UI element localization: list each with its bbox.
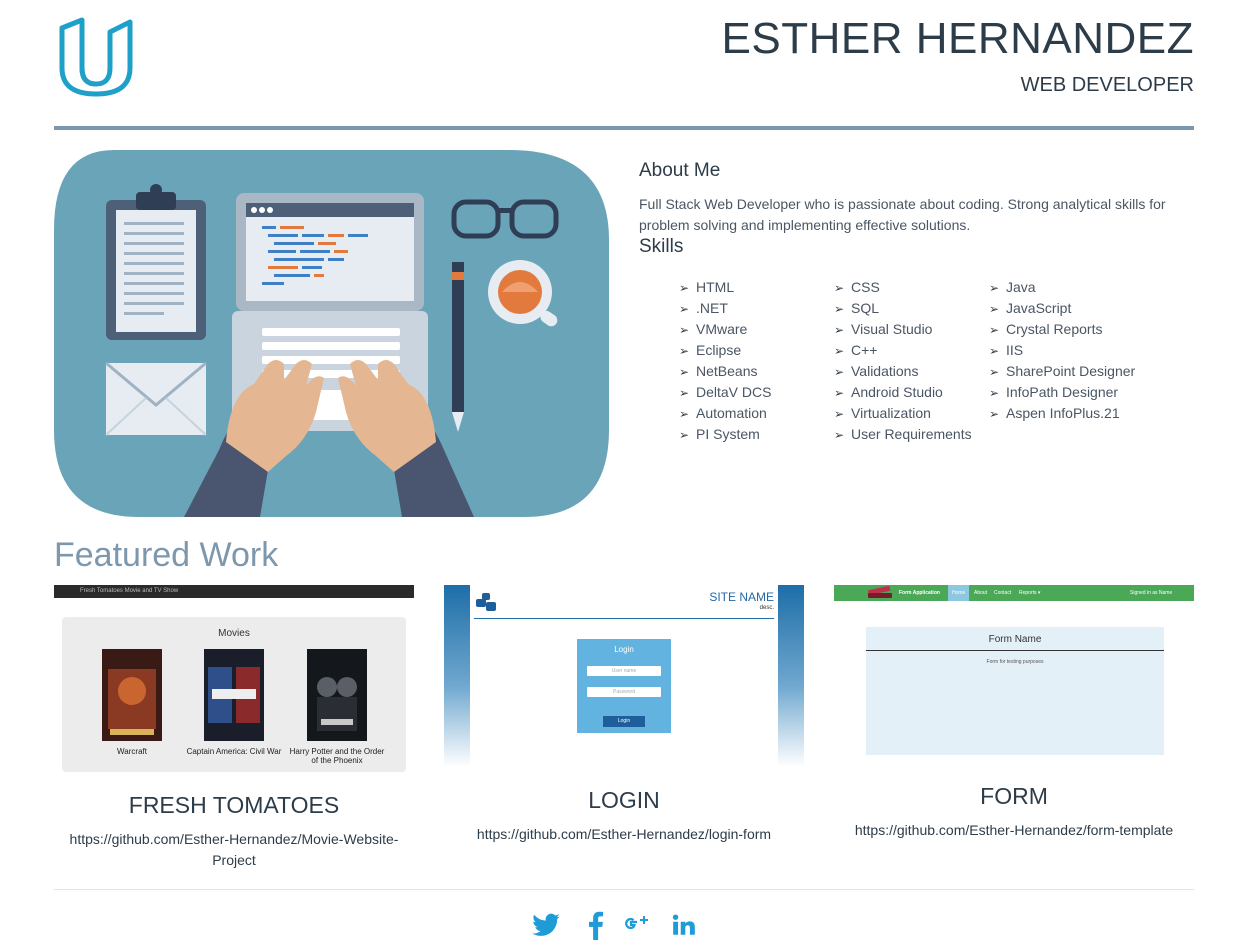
skill-item: ➢ DeltaV DCS [679, 384, 772, 400]
login-title: Login [614, 645, 634, 654]
form-desc: Form for testing purposes [986, 659, 1044, 665]
movie-poster-image [307, 649, 367, 741]
form-name: Form Name [988, 634, 1042, 645]
skill-item: ➢ Validations [834, 363, 919, 379]
job-title: WEB DEVELOPER [1020, 74, 1194, 96]
skill-item: ➢ NetBeans [679, 363, 758, 379]
skill-item: ➢ Android Studio [834, 384, 943, 400]
login-box: Login User name Password Login [577, 639, 671, 733]
movie-caption: Harry Potter and the Order of the Phoeni… [289, 747, 385, 765]
form-divider [866, 650, 1164, 651]
site-logo-icon [476, 593, 496, 611]
movie-caption: Warcraft [117, 747, 147, 756]
page: ESTHER HERNANDEZ WEB DEVELOPER About Me … [54, 0, 1194, 947]
skills-heading: Skills [639, 236, 684, 257]
about-section: About Me Full Stack Web Developer who is… [639, 160, 1194, 442]
screenshot-panel: Movies Warcraft Captain America: Civil W… [62, 617, 406, 772]
screenshot-divider [474, 618, 774, 619]
skill-item: ➢ JavaScript [989, 300, 1072, 316]
screenshot-brand: Form Application [899, 590, 940, 596]
site-name: SITE NAME [709, 590, 774, 604]
header-divider [54, 126, 1194, 130]
movie-poster-image [204, 649, 264, 741]
movie-caption: Captain America: Civil War [186, 747, 282, 756]
form-panel: Form Name Form for testing purposes [866, 627, 1164, 755]
skill-item: ➢ SQL [834, 300, 880, 316]
project-link[interactable]: https://github.com/Esther-Hernandez/form… [834, 820, 1194, 841]
project-screenshot[interactable]: Form Application Home About Contact Repo… [834, 585, 1194, 763]
books-icon [868, 586, 892, 598]
skill-item: ➢ IIS [989, 342, 1024, 358]
skill-item: ➢ C++ [834, 342, 878, 358]
password-field: Password [587, 687, 661, 697]
screenshot-navbar: Fresh Tomatoes Movie and TV Show [54, 585, 414, 598]
skill-item: ➢ .NET [679, 300, 728, 316]
skill-item: ➢ Aspen InfoPlus.21 [989, 405, 1120, 421]
skill-item: ➢ Crystal Reports [989, 321, 1103, 337]
skill-item: ➢ VMware [679, 321, 748, 337]
linkedin-icon[interactable] [671, 910, 697, 940]
skill-item: ➢ CSS [834, 279, 880, 295]
screenshot-side-gradient [444, 585, 470, 767]
project-link[interactable]: https://github.com/Esther-Hernandez/Movi… [54, 829, 414, 871]
skill-item: ➢ Automation [679, 405, 767, 421]
about-text: Full Stack Web Developer who is passiona… [639, 196, 1166, 233]
facebook-icon[interactable] [584, 910, 606, 940]
project-title: FORM [980, 783, 1048, 809]
skill-item: ➢ User Requirements [834, 426, 972, 442]
skill-item: ➢ Java [989, 279, 1036, 295]
project-screenshot[interactable]: SITE NAME desc. Login User name Password… [444, 585, 804, 767]
featured-work-heading: Featured Work [54, 536, 279, 574]
screenshot-section-title: Movies [218, 628, 250, 639]
skill-item: ➢ InfoPath Designer [989, 384, 1119, 400]
project-screenshot[interactable]: Fresh Tomatoes Movie and TV Show Movies … [54, 585, 414, 772]
screenshot-signed-in: Signed in as Name [1130, 590, 1173, 596]
screenshot-side-gradient [778, 585, 804, 767]
project-card-form: Form Application Home About Contact Repo… [834, 585, 1194, 841]
login-button: Login [603, 716, 645, 727]
skills-column-2: ➢ CSS ➢ SQL ➢ Visual Studio ➢ C++ ➢ Validatio… [834, 277, 984, 445]
udacity-logo-icon[interactable] [56, 16, 136, 98]
skill-item: ➢ Virtualization [834, 405, 931, 421]
twitter-icon[interactable] [531, 910, 561, 940]
about-heading: About Me [639, 160, 721, 181]
skill-item: ➢ HTML [679, 279, 735, 295]
skill-item: ➢ PI System [679, 426, 760, 442]
screenshot-nav-item: About [974, 590, 988, 596]
skill-item: ➢ Visual Studio [834, 321, 933, 337]
project-link[interactable]: https://github.com/Esther-Hernandez/logi… [444, 824, 804, 845]
screenshot-nav-item: Home [948, 585, 970, 601]
developer-illustration [54, 150, 609, 517]
screenshot-navbar: Form Application Home About Contact Repo… [834, 585, 1194, 601]
skills-column-1: ➢ HTML ➢ .NET ➢ VMware ➢ Eclipse ➢ NetBeans ➢… [679, 277, 829, 445]
project-title: FRESH TOMATOES [128, 792, 340, 818]
movie-poster-image [102, 649, 162, 741]
skills-column-3: ➢ Java ➢ JavaScript ➢ Crystal Reports ➢ IIS … [989, 277, 1139, 424]
skill-item: ➢ Eclipse [679, 342, 742, 358]
page-title: ESTHER HERNANDEZ [721, 14, 1194, 63]
footer-divider [54, 889, 1194, 890]
screenshot-nav-item: Contact [994, 590, 1012, 596]
google-plus-icon[interactable] [622, 910, 652, 940]
project-card-fresh-tomatoes: Fresh Tomatoes Movie and TV Show Movies … [54, 585, 414, 871]
skill-item: ➢ SharePoint Designer [989, 363, 1136, 379]
username-field: User name [587, 666, 661, 676]
project-card-login: SITE NAME desc. Login User name Password… [444, 585, 804, 845]
screenshot-nav-item: Reports ▾ [1019, 590, 1041, 596]
site-desc: desc. [759, 605, 774, 611]
project-title: LOGIN [588, 787, 660, 813]
